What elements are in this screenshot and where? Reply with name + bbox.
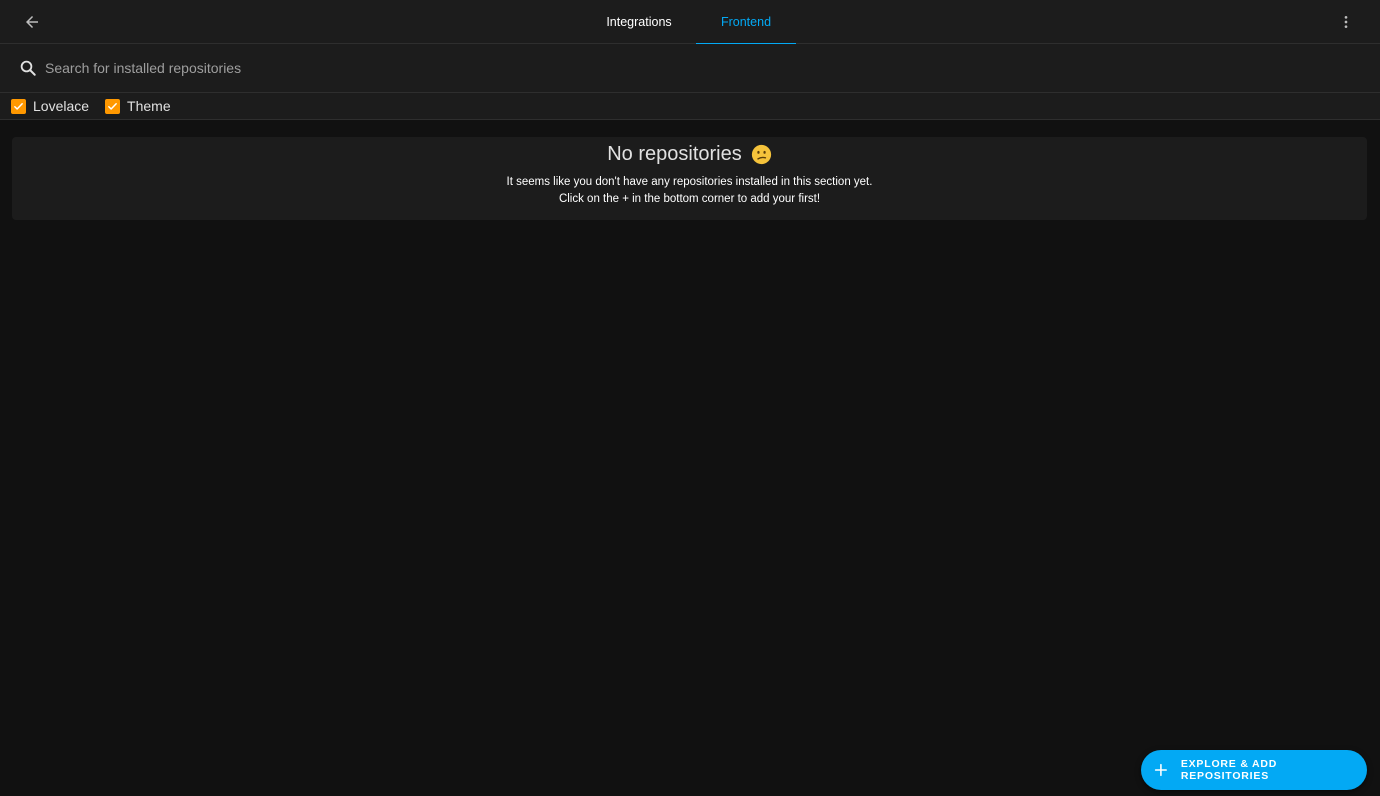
search-icon bbox=[20, 60, 36, 76]
theme-checkbox[interactable] bbox=[105, 98, 121, 114]
arrow-left-icon bbox=[26, 16, 38, 28]
tab-integrations-label: Integrations bbox=[606, 15, 672, 29]
empty-state-title-row: No repositories bbox=[12, 140, 1367, 168]
empty-state-message-line1: It seems like you don't have any reposit… bbox=[506, 176, 873, 188]
category-filters: Lovelace Theme bbox=[0, 93, 1380, 120]
hacs-frontend-page: Integrations Frontend Search for install… bbox=[0, 0, 1380, 796]
fab-label: EXPLORE & ADD REPOSITORIES bbox=[1180, 758, 1278, 782]
lovelace-checkbox[interactable] bbox=[11, 98, 26, 114]
plus-icon bbox=[1154, 763, 1167, 777]
empty-state-message-line2: Click on the + in the bottom corner to a… bbox=[558, 193, 821, 205]
back-button[interactable] bbox=[14, 4, 50, 40]
top-toolbar: Integrations Frontend bbox=[0, 0, 1380, 45]
filter-lovelace-label: Lovelace bbox=[33, 98, 90, 114]
tab-frontend-label: Frontend bbox=[720, 15, 772, 29]
overflow-menu-button[interactable] bbox=[1332, 8, 1360, 36]
tab-integrations[interactable]: Integrations bbox=[582, 0, 696, 44]
filter-theme[interactable]: Theme bbox=[105, 98, 171, 114]
empty-state-title: No repositories bbox=[607, 142, 742, 165]
tab-bar: Integrations Frontend bbox=[582, 0, 796, 45]
check-icon bbox=[14, 102, 23, 110]
check-icon bbox=[108, 102, 117, 110]
explore-add-repositories-button[interactable]: EXPLORE & ADD REPOSITORIES bbox=[1141, 750, 1367, 790]
empty-state-card: No repositories It seems like you don't … bbox=[12, 137, 1367, 220]
tab-frontend[interactable]: Frontend bbox=[696, 0, 796, 45]
search-bar bbox=[0, 44, 1380, 93]
dots-vertical-icon bbox=[1344, 16, 1348, 28]
filter-theme-label: Theme bbox=[127, 98, 171, 114]
filter-lovelace[interactable]: Lovelace bbox=[11, 98, 89, 114]
confused-face-icon bbox=[751, 144, 771, 164]
search-input[interactable] bbox=[45, 55, 745, 81]
